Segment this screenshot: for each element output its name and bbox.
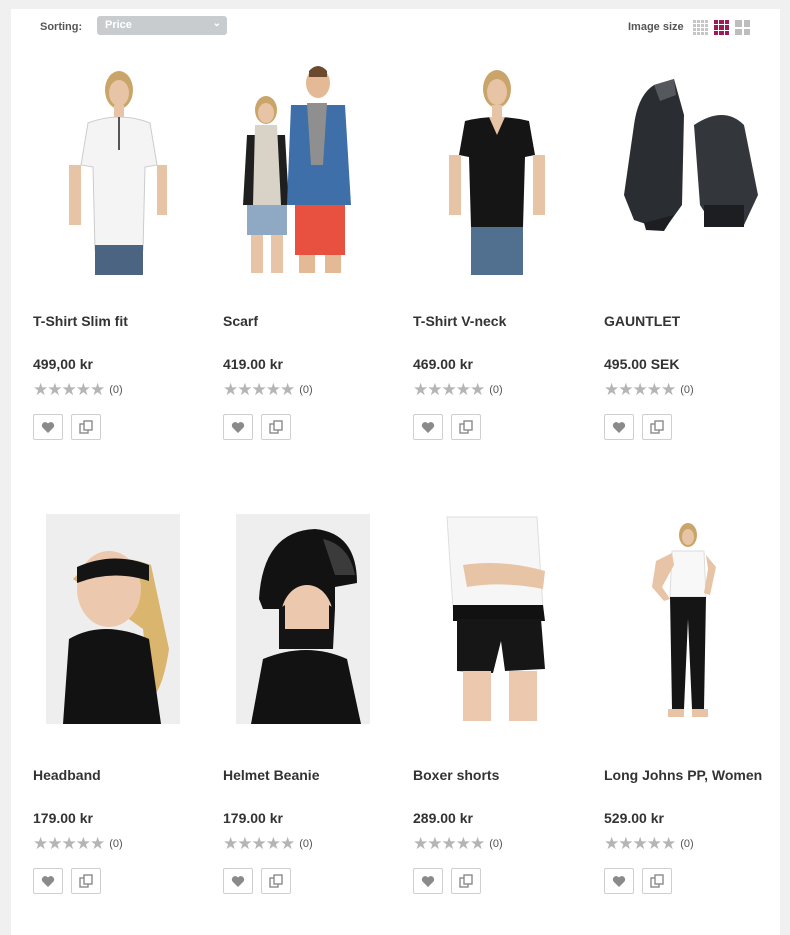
add-to-wishlist-button[interactable] <box>413 414 443 440</box>
rating-count: (0) <box>299 838 313 850</box>
rating-count: (0) <box>680 838 694 850</box>
product-price: 495.00 SEK <box>604 356 680 372</box>
add-to-wishlist-button[interactable] <box>33 414 63 440</box>
heart-icon <box>41 875 55 887</box>
rating-stars: ★★★★★ <box>604 380 676 399</box>
product-rating: ★★★★★ (0) <box>413 834 503 853</box>
heart-icon <box>231 875 245 887</box>
product-image[interactable] <box>413 55 583 275</box>
product-card: Helmet Beanie 179.00 kr ★★★★★ (0) <box>223 509 393 929</box>
rating-stars: ★★★★★ <box>413 380 485 399</box>
image-size-small-grid-icon[interactable] <box>693 20 708 35</box>
product-card: GAUNTLET 495.00 SEK ★★★★★ (0) <box>604 55 774 475</box>
add-to-wishlist-button[interactable] <box>223 868 253 894</box>
product-price: 469.00 kr <box>413 356 473 372</box>
add-to-wishlist-button[interactable] <box>33 868 63 894</box>
product-image[interactable] <box>33 509 203 729</box>
add-to-compare-button[interactable] <box>71 414 101 440</box>
heart-icon <box>41 421 55 433</box>
product-name[interactable]: Boxer shorts <box>413 767 499 783</box>
product-rating: ★★★★★ (0) <box>604 834 694 853</box>
product-name[interactable]: Scarf <box>223 313 258 329</box>
rating-count: (0) <box>109 838 123 850</box>
product-price: 179.00 kr <box>223 810 283 826</box>
add-to-compare-button[interactable] <box>451 414 481 440</box>
rating-stars: ★★★★★ <box>223 834 295 853</box>
rating-count: (0) <box>489 384 503 396</box>
product-name[interactable]: GAUNTLET <box>604 313 680 329</box>
rating-stars: ★★★★★ <box>33 380 105 399</box>
sorting-value: Price <box>105 19 132 31</box>
product-rating: ★★★★★ (0) <box>223 380 313 399</box>
product-name[interactable]: T-Shirt Slim fit <box>33 313 128 329</box>
product-price: 419.00 kr <box>223 356 283 372</box>
add-to-wishlist-button[interactable] <box>604 868 634 894</box>
add-to-compare-button[interactable] <box>261 414 291 440</box>
image-size-label: Image size <box>628 21 684 33</box>
product-rating: ★★★★★ (0) <box>223 834 313 853</box>
product-name[interactable]: Long Johns PP, Women <box>604 767 762 783</box>
product-image[interactable] <box>223 509 393 729</box>
product-card: Headband 179.00 kr ★★★★★ (0) <box>33 509 203 929</box>
add-to-compare-button[interactable] <box>451 868 481 894</box>
heart-icon <box>421 421 435 433</box>
listing-toolbar: Sorting: Price ⌄ Image size <box>11 9 780 49</box>
heart-icon <box>612 875 626 887</box>
add-to-wishlist-button[interactable] <box>413 868 443 894</box>
add-to-wishlist-button[interactable] <box>604 414 634 440</box>
product-price: 289.00 kr <box>413 810 473 826</box>
product-rating: ★★★★★ (0) <box>413 380 503 399</box>
rating-count: (0) <box>109 384 123 396</box>
compare-icon <box>269 874 283 888</box>
image-size-large-grid-icon[interactable] <box>735 20 750 35</box>
add-to-compare-button[interactable] <box>261 868 291 894</box>
product-image[interactable] <box>604 55 774 275</box>
add-to-compare-button[interactable] <box>642 414 672 440</box>
product-price: 529.00 kr <box>604 810 664 826</box>
add-to-compare-button[interactable] <box>71 868 101 894</box>
heart-icon <box>612 421 626 433</box>
compare-icon <box>79 420 93 434</box>
compare-icon <box>650 874 664 888</box>
rating-stars: ★★★★★ <box>33 834 105 853</box>
rating-count: (0) <box>680 384 694 396</box>
compare-icon <box>79 874 93 888</box>
sorting-select[interactable]: Price ⌄ <box>97 16 227 35</box>
product-name[interactable]: Headband <box>33 767 101 783</box>
add-to-compare-button[interactable] <box>642 868 672 894</box>
rating-count: (0) <box>299 384 313 396</box>
product-rating: ★★★★★ (0) <box>33 834 123 853</box>
rating-stars: ★★★★★ <box>413 834 485 853</box>
rating-count: (0) <box>489 838 503 850</box>
product-price: 499,00 kr <box>33 356 93 372</box>
compare-icon <box>269 420 283 434</box>
product-rating: ★★★★★ (0) <box>604 380 694 399</box>
product-card: T-Shirt V-neck 469.00 kr ★★★★★ (0) <box>413 55 583 475</box>
product-image[interactable] <box>33 55 203 275</box>
product-card: Scarf 419.00 kr ★★★★★ (0) <box>223 55 393 475</box>
compare-icon <box>459 420 473 434</box>
product-rating: ★★★★★ (0) <box>33 380 123 399</box>
chevron-down-icon: ⌄ <box>212 18 221 29</box>
image-size-medium-grid-icon[interactable] <box>714 20 729 35</box>
add-to-wishlist-button[interactable] <box>223 414 253 440</box>
rating-stars: ★★★★★ <box>604 834 676 853</box>
product-card: T-Shirt Slim fit 499,00 kr ★★★★★ (0) <box>33 55 203 475</box>
product-image[interactable] <box>223 55 393 275</box>
product-name[interactable]: T-Shirt V-neck <box>413 313 506 329</box>
heart-icon <box>421 875 435 887</box>
product-name[interactable]: Helmet Beanie <box>223 767 319 783</box>
heart-icon <box>231 421 245 433</box>
product-card: Long Johns PP, Women 529.00 kr ★★★★★ (0) <box>604 509 774 929</box>
sorting-label: Sorting: <box>40 21 83 33</box>
compare-icon <box>459 874 473 888</box>
product-price: 179.00 kr <box>33 810 93 826</box>
product-card: Boxer shorts 289.00 kr ★★★★★ (0) <box>413 509 583 929</box>
rating-stars: ★★★★★ <box>223 380 295 399</box>
compare-icon <box>650 420 664 434</box>
product-image[interactable] <box>604 509 774 729</box>
product-image[interactable] <box>413 509 583 729</box>
product-listing-panel: Sorting: Price ⌄ Image size T-Shirt Slim… <box>11 9 780 935</box>
